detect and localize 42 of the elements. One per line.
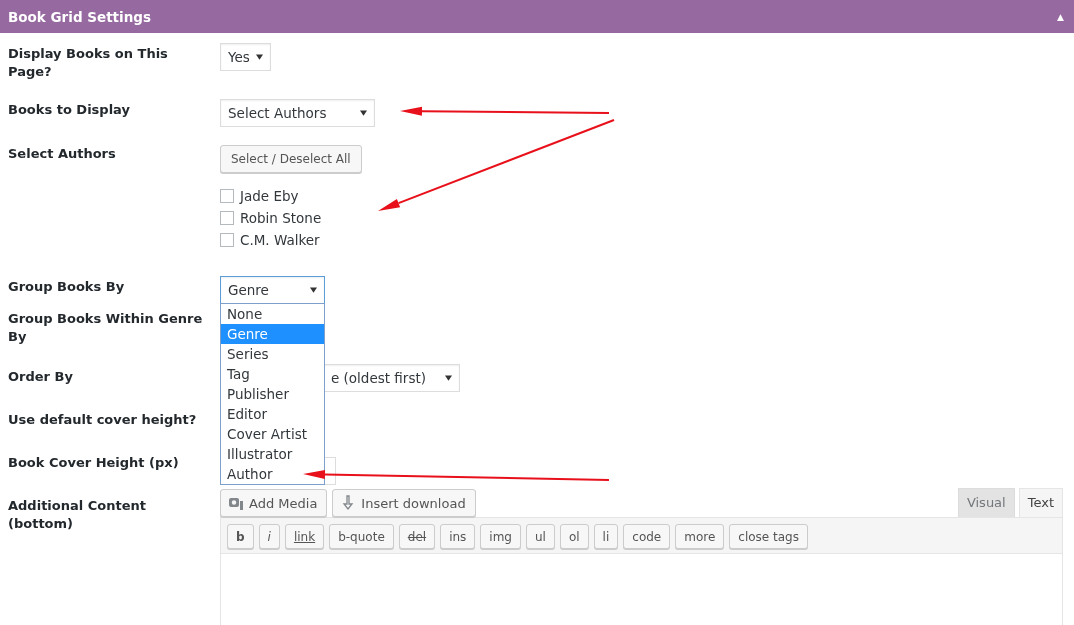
field-label: Select Authors — [8, 145, 117, 163]
checkbox-label[interactable]: Robin Stone — [240, 210, 322, 226]
toolbar-button[interactable]: code — [623, 524, 671, 549]
toolbar-button[interactable]: img — [480, 524, 521, 549]
checkbox-label[interactable]: C.M. Walker — [240, 232, 320, 248]
media-button[interactable]: Insert download — [332, 489, 476, 517]
toolbar-button[interactable]: ul — [525, 524, 555, 549]
toolbar-button[interactable]: li — [593, 524, 619, 549]
toolbar-button[interactable]: b — [227, 524, 254, 549]
toolbar-button[interactable]: del — [398, 524, 436, 549]
field-label: Books to Display — [8, 101, 131, 119]
toolbar-button[interactable]: more — [675, 524, 725, 549]
dropdown-option[interactable]: Tag — [221, 364, 324, 384]
toolbar-button[interactable]: b-quote — [329, 524, 394, 549]
field-label: Display Books on This Page? — [8, 45, 169, 81]
dropdown-option[interactable]: Cover Artist — [221, 424, 324, 444]
field-label: Use default cover height? — [8, 411, 198, 429]
select-dropdown[interactable]: Select Authors — [220, 99, 375, 127]
editor-tab[interactable]: Visual — [957, 488, 1015, 517]
select-all-button[interactable]: Select / Deselect All — [220, 145, 362, 173]
checkbox-label[interactable]: Jade Eby — [240, 188, 299, 204]
field-label: Group Books By — [8, 278, 126, 296]
toolbar-button[interactable]: i — [258, 524, 280, 549]
field-label: Additional Content (bottom) — [8, 497, 147, 533]
dropdown-option[interactable]: Author — [221, 464, 324, 484]
select-dropdown[interactable]: Yes — [220, 43, 271, 71]
select-dropdown[interactable]: Genre — [220, 276, 325, 304]
dropdown-option[interactable]: Series — [221, 344, 324, 364]
panel-title: Book Grid Settings — [8, 8, 151, 25]
toolbar-button[interactable]: link — [284, 524, 325, 549]
field-label: Order By — [8, 368, 74, 386]
dropdown-option[interactable]: Illustrator — [221, 444, 324, 464]
field-label: Book Cover Height (px) — [8, 454, 180, 472]
dropdown-option[interactable]: Editor — [221, 404, 324, 424]
dropdown-option[interactable]: None — [221, 304, 324, 324]
toolbar-button[interactable]: ins — [440, 524, 476, 549]
media-button[interactable]: Add Media — [220, 489, 328, 517]
toolbar-button[interactable]: ol — [559, 524, 589, 549]
field-label: Group Books Within Genre By — [8, 310, 204, 346]
editor-tab[interactable]: Text — [1018, 488, 1063, 517]
collapse-toggle[interactable]: ▲ — [1057, 11, 1064, 22]
toolbar-button[interactable]: close tags — [729, 524, 808, 549]
